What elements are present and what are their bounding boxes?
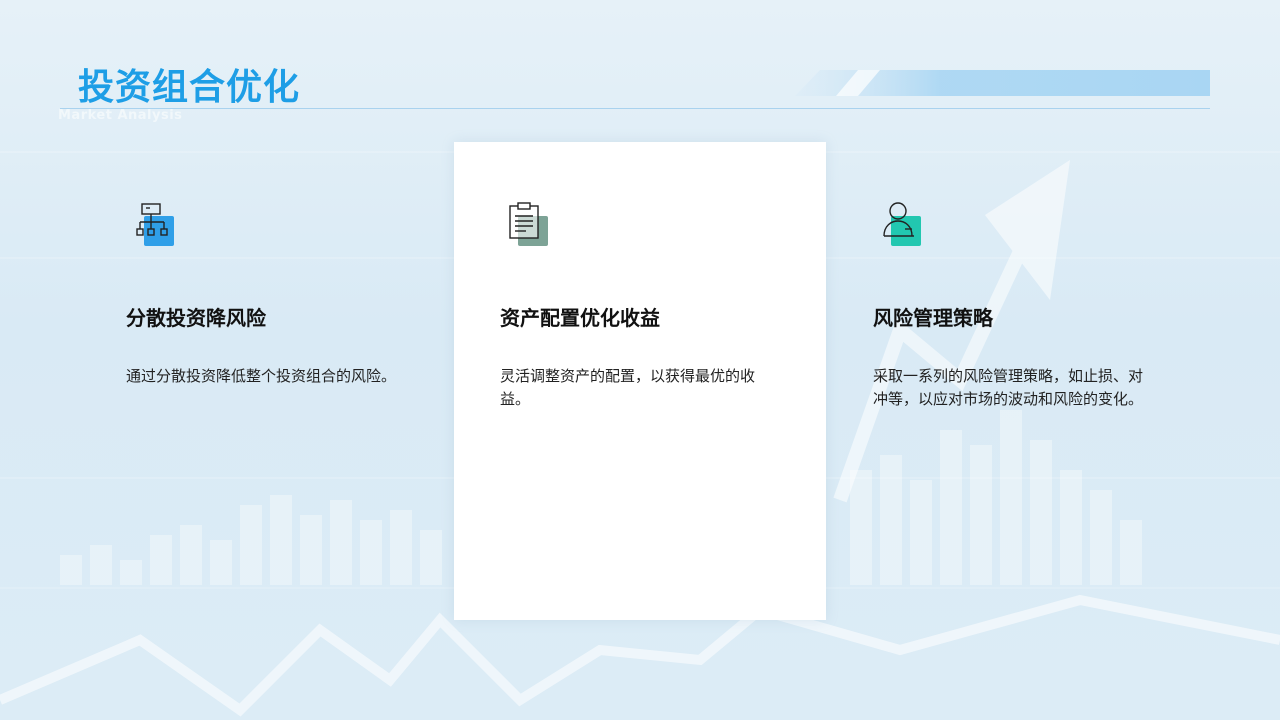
card-asset-allocation: 资产配置优化收益 灵活调整资产的配置，以获得最优的收益。 [454, 142, 826, 620]
page-subtitle: Market Analysis [58, 108, 183, 123]
card-title: 分散投资降风险 [126, 306, 266, 330]
user-icon [883, 202, 914, 237]
hierarchy-icon [136, 203, 168, 236]
clipboard-icon [509, 202, 539, 239]
card-description: 灵活调整资产的配置，以获得最优的收益。 [500, 367, 756, 408]
card-risk-management: 风险管理策略 采取一系列的风险管理策略，如止损、对冲等，以应对市场的波动和风险的… [827, 142, 1199, 620]
page-title: 投资组合优化 [78, 67, 301, 108]
card-icon-wrap [134, 200, 194, 252]
card-icon-wrap [881, 200, 941, 252]
title-divider [60, 108, 1210, 109]
card-title: 资产配置优化收益 [500, 306, 660, 330]
card-diversification: 分散投资降风险 通过分散投资降低整个投资组合的风险。 [80, 142, 452, 620]
card-description: 采取一系列的风险管理策略，如止损、对冲等，以应对市场的波动和风险的变化。 [873, 367, 1144, 408]
card-icon-wrap [508, 200, 568, 252]
card-description: 通过分散投资降低整个投资组合的风险。 [126, 367, 397, 385]
card-title: 风险管理策略 [873, 306, 993, 330]
